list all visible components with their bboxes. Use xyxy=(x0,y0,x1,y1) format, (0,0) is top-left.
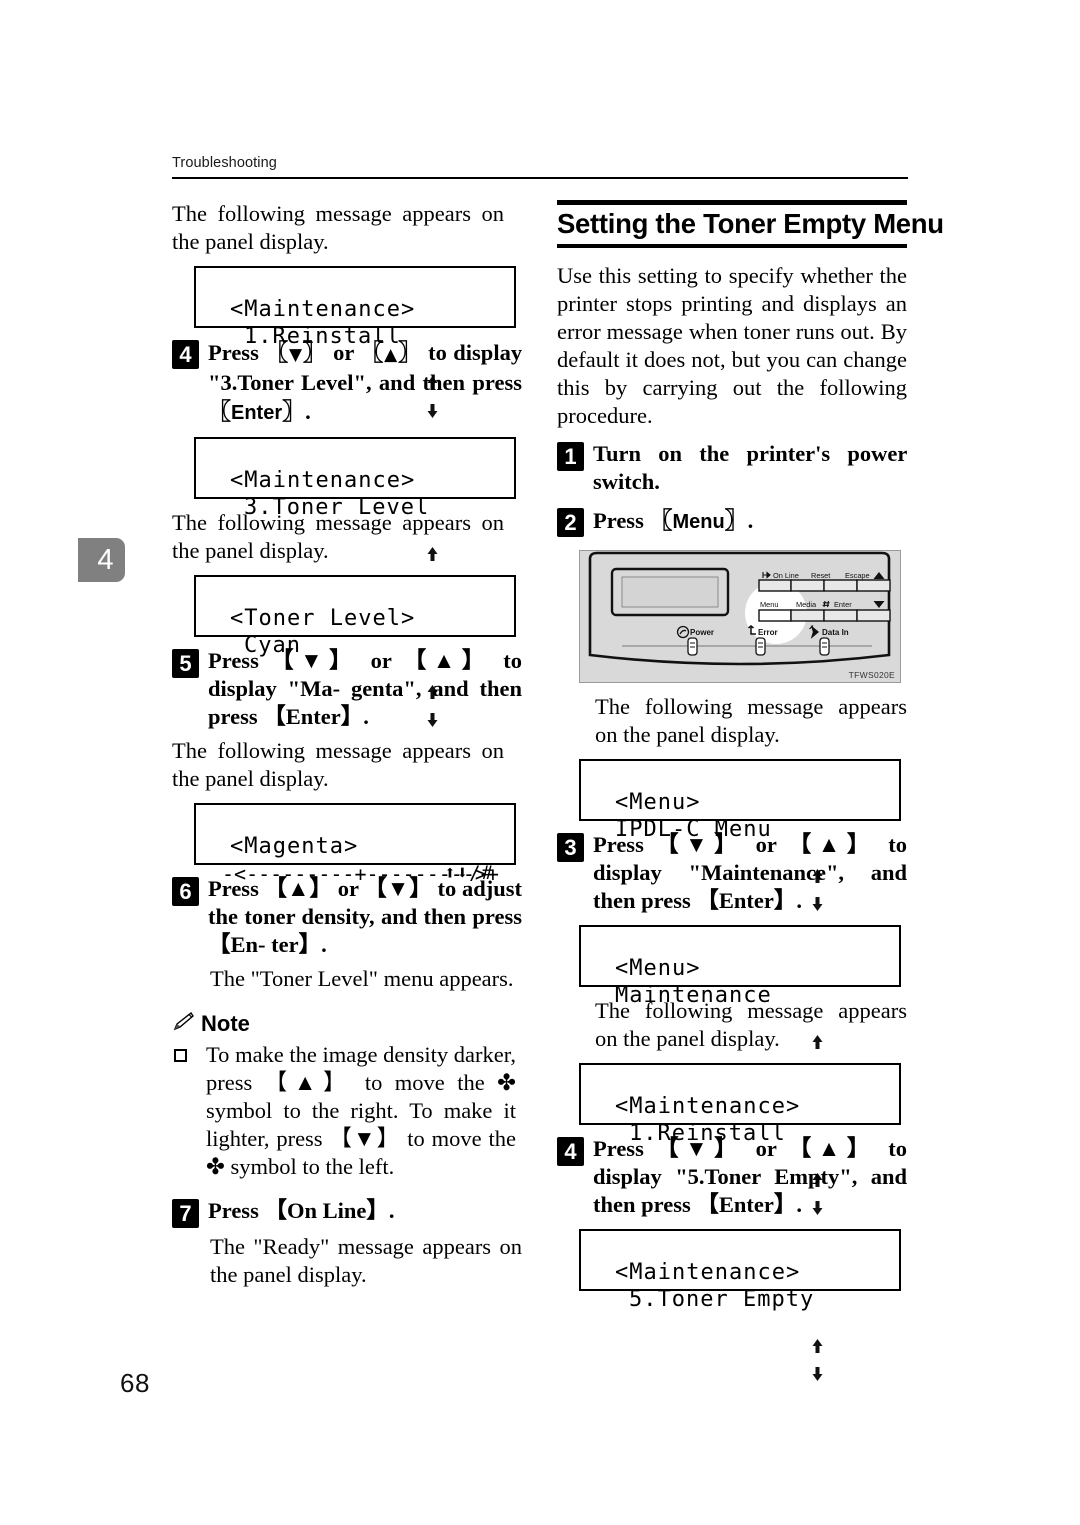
step-text-press: Press xyxy=(593,508,644,533)
pencil-icon xyxy=(172,1011,194,1037)
panel-button-up xyxy=(856,579,891,592)
step-3: 3 Press 【▼】 or 【▲】 to display "Maintenan… xyxy=(557,831,907,915)
chapter-tab: 4 xyxy=(78,538,125,582)
step-text: Press 【▼】 or 【▲】 to display "5.Toner Emp… xyxy=(593,1135,907,1219)
step-text-line3: 【Enter】. xyxy=(696,888,802,913)
lcd-down-arrow-icon xyxy=(811,1313,881,1434)
text-after-step-6: The "Toner Level" menu appears. xyxy=(210,966,514,991)
step-text: Press 【On Line】. xyxy=(208,1197,522,1225)
left-column: The following message appears on the pan… xyxy=(172,200,522,1295)
figure-code: TFWS020E xyxy=(848,670,895,680)
lcd-toner-level-cyan: <Toner Level> Cyan xyxy=(194,575,516,727)
key-enter-label: Enter xyxy=(231,402,283,424)
text-after-panel: The following message appears on the pan… xyxy=(595,694,907,747)
panel-label-error: Error xyxy=(758,628,778,637)
chapter-tab-number: 4 xyxy=(97,543,114,576)
step-text-line2: toner density, and then press 【En- xyxy=(208,904,522,957)
step-text: Press 【▼】 or 【▲】 to display "Maintenance… xyxy=(593,831,907,915)
step-number: 4 xyxy=(557,1137,584,1166)
panel-label-power: Power xyxy=(690,628,714,637)
step-text-part-or: or xyxy=(333,340,354,365)
panel-label-reset: Reset xyxy=(811,571,830,580)
panel-label-menu: Menu xyxy=(760,600,779,609)
heading-rule-bottom xyxy=(557,244,907,248)
section-heading: Setting the Toner Empty Menu xyxy=(557,200,944,248)
step-number: 2 xyxy=(557,508,584,537)
note-item-text: To make the image density darker, press … xyxy=(206,1042,516,1179)
lcd-line-2: Maintenance xyxy=(615,983,772,1008)
lcd-maintenance-reinstall: <Maintenance> 1.Reinstall xyxy=(194,266,516,418)
step-number: 1 xyxy=(557,442,584,471)
step-text: Press 〖▼〗 or 〖▲〗 to display "3.Toner Lev… xyxy=(208,339,523,424)
panel-button-hash-enter xyxy=(823,609,858,622)
panel-label-datain: Data In xyxy=(822,628,849,637)
panel-label-escape: Escape xyxy=(845,571,870,580)
step-text: Press 【▲】 or 【▼】 to adjust the toner den… xyxy=(208,875,522,959)
lcd-menu-maintenance: <Menu> Maintenance xyxy=(579,925,901,1077)
panel-button-reset xyxy=(790,579,825,592)
lcd-maintenance-toner-level: <Maintenance> 3.Toner Level xyxy=(194,437,516,589)
step-2: 2 Press 〖Menu〗. xyxy=(557,506,907,537)
panel-label-media: Media xyxy=(796,600,817,609)
step-4: 4 Press 〖▼〗 or 〖▲〗 to display "3.Toner L… xyxy=(172,338,522,427)
panel-button-online xyxy=(758,579,792,592)
running-header: Troubleshooting xyxy=(172,155,908,179)
control-panel-illustration: On Line Reset Escape Menu Media Enter Po… xyxy=(588,551,891,666)
lcd-line-2: 5.Toner Empty xyxy=(629,1287,815,1312)
step-text-part-todisplay: to display xyxy=(428,340,523,365)
step-text-tail: . xyxy=(305,399,311,424)
step-text-part-press: Press xyxy=(208,340,259,365)
section-intro-text: Use this setting to specify whether the … xyxy=(557,263,907,428)
panel-button-escape xyxy=(823,579,858,592)
heading-rule-top xyxy=(557,200,907,205)
step-number: 7 xyxy=(172,1199,199,1228)
panel-label-online: On Line xyxy=(773,571,799,580)
step-5: 5 Press 【▼】 or 【▲】 to display "Ma- genta… xyxy=(172,647,522,731)
step-7: 7 Press 【On Line】. xyxy=(172,1197,522,1228)
note-heading: Note xyxy=(172,1011,522,1037)
panel-button-media xyxy=(790,609,825,622)
step-text-line3: 【Enter】. xyxy=(696,1192,802,1217)
step-text-line2: switch. xyxy=(593,469,660,494)
step-text: Press 〖Menu〗. xyxy=(593,507,754,533)
step-number: 4 xyxy=(172,340,199,369)
note-item: To make the image density darker, press … xyxy=(172,1041,522,1181)
intro-text: The following message appears on the pan… xyxy=(172,201,504,254)
document-page: Troubleshooting 4 68 The following messa… xyxy=(0,0,1080,1525)
panel-button-down xyxy=(856,609,891,622)
step-number: 3 xyxy=(557,833,584,862)
step-4: 4 Press 【▼】 or 【▲】 to display "5.Toner E… xyxy=(557,1135,907,1219)
key-down-arrow-icon: ▼ xyxy=(289,345,303,365)
control-panel-figure: On Line Reset Escape Menu Media Enter Po… xyxy=(579,550,901,683)
lcd-maintenance-toner-empty: <Maintenance> 5.Toner Empty xyxy=(579,1229,901,1381)
panel-label-enter: Enter xyxy=(834,600,852,609)
step-number: 5 xyxy=(172,649,199,678)
panel-button-menu xyxy=(758,609,792,622)
text-after-step-7: The "Ready" message appears on the panel… xyxy=(210,1234,522,1287)
lcd-line-2: 3.Toner Level xyxy=(244,495,430,520)
lcd-menu-ipdlc: <Menu> IPDL-C Menu xyxy=(579,759,901,911)
lcd-maintenance-reinstall: <Maintenance> 1.Reinstall xyxy=(579,1063,901,1215)
lcd-magenta-density: <Magenta> ⬆⬇/# -<---------+--------->+ xyxy=(194,803,516,886)
key-menu-label: Menu xyxy=(672,511,725,533)
step-6: 6 Press 【▲】 or 【▼】 to adjust the toner d… xyxy=(172,875,522,959)
key-up-arrow-icon: ▲ xyxy=(384,345,398,365)
step-text: Press 【▼】 or 【▲】 to display "Ma- genta",… xyxy=(208,647,522,731)
step-text-line1: Turn on the printer's power xyxy=(593,441,907,466)
note-label: Note xyxy=(201,1011,250,1036)
step-number: 6 xyxy=(172,877,199,906)
step-text: Turn on the printer's power switch. xyxy=(593,440,907,496)
section-title: Setting the Toner Empty Menu xyxy=(557,208,944,239)
step-1: 1 Turn on the printer's power switch. xyxy=(557,440,907,496)
running-header-title: Troubleshooting xyxy=(172,155,277,171)
page-number: 68 xyxy=(120,1368,150,1398)
right-column: Setting the Toner Empty Menu Use this se… xyxy=(557,200,944,1381)
note-bullet-icon xyxy=(174,1049,187,1062)
step-text-line3: ter】. xyxy=(271,932,327,957)
step-text-line2: "3.Toner Level", and then press xyxy=(208,370,522,395)
header-rule xyxy=(172,177,908,179)
step-text-line1: Press 【On Line】. xyxy=(208,1198,395,1223)
